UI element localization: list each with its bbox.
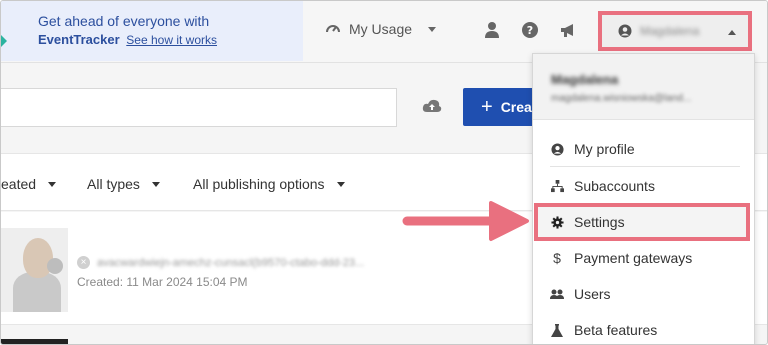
menu-item-subaccounts[interactable]: Subaccounts (533, 171, 754, 201)
created-filter-label: eated (1, 176, 37, 192)
svg-text:?: ? (527, 24, 533, 37)
thumbnail-face (23, 238, 53, 278)
chevron-up-icon (728, 30, 736, 35)
item-url: avacwardwiejn-amechz-cunsacl(b9570-ctabo… (97, 257, 365, 269)
flask-icon (550, 323, 564, 337)
help-icon[interactable]: ? (521, 21, 539, 39)
remove-icon[interactable]: × (77, 256, 90, 269)
thumbnail-badge (47, 258, 63, 274)
menu-item-users[interactable]: Users (533, 279, 754, 309)
usage-menu-button[interactable]: My Usage (325, 21, 437, 37)
create-label: Crea (500, 99, 532, 115)
sitemap-icon (550, 179, 564, 193)
menu-item-label: Settings (574, 214, 625, 230)
user-tie-icon[interactable] (483, 21, 501, 39)
types-filter[interactable]: All types (87, 176, 160, 192)
gear-icon (550, 215, 564, 229)
promo-brand: EventTracker (38, 32, 120, 47)
plus-icon: + (481, 95, 493, 118)
item-created-date: Created: 11 Mar 2024 15:04 PM (77, 275, 248, 289)
usage-label: My Usage (349, 21, 413, 37)
create-button[interactable]: + Crea (463, 88, 543, 126)
chevron-down-icon (336, 181, 345, 187)
account-dropdown: Magdalena magdalena.wisniowska@land... M… (532, 53, 755, 344)
account-menu-button[interactable]: Magdalena (598, 11, 752, 51)
gauge-icon (326, 25, 340, 33)
users-icon (550, 287, 564, 301)
promo-line-2: EventTracker See how it works (38, 32, 303, 47)
user-circle-icon (618, 24, 632, 38)
menu-item-label: Beta features (574, 322, 658, 338)
menu-item-settings[interactable]: Settings (534, 203, 750, 241)
publishing-filter[interactable]: All publishing options (193, 176, 345, 192)
types-filter-label: All types (87, 176, 140, 192)
account-user-name: Magdalena (551, 72, 619, 87)
menu-item-label: Subaccounts (574, 178, 655, 194)
dollar-icon: $ (553, 250, 561, 266)
publishing-filter-label: All publishing options (193, 176, 325, 192)
account-summary: Magdalena magdalena.wisniowska@land... (533, 54, 754, 120)
menu-item-payment-gateways[interactable]: $ Payment gateways (533, 243, 754, 273)
item-thumbnail (1, 228, 68, 312)
menu-item-beta-features[interactable]: Beta features (533, 315, 754, 344)
next-item-thumbnail (1, 339, 68, 344)
promo-text: Get ahead of everyone with (38, 13, 210, 29)
created-filter[interactable]: eated (1, 176, 57, 192)
chevron-down-icon (151, 181, 160, 187)
chevron-down-icon (428, 26, 437, 32)
menu-item-label: My profile (574, 141, 635, 157)
promo-link[interactable]: See how it works (126, 33, 217, 47)
promo-banner: Get ahead of everyone with EventTracker … (1, 1, 303, 61)
promo-marker-icon (1, 35, 7, 47)
menu-item-my-profile[interactable]: My profile (533, 134, 754, 164)
menu-item-label: Users (574, 286, 611, 302)
annotation-arrow-icon (402, 201, 529, 241)
user-circle-icon (550, 142, 564, 156)
app-window: Get ahead of everyone with EventTracker … (0, 0, 768, 345)
account-name: Magdalena (640, 24, 700, 38)
chevron-down-icon (48, 181, 57, 187)
megaphone-icon[interactable] (559, 21, 577, 39)
cloud-upload-icon[interactable] (422, 98, 442, 114)
search-input[interactable] (1, 88, 397, 127)
account-user-email: magdalena.wisniowska@land... (551, 93, 692, 104)
thumbnail-figure (13, 272, 61, 312)
menu-item-label: Payment gateways (574, 250, 693, 266)
menu-divider (550, 166, 740, 167)
